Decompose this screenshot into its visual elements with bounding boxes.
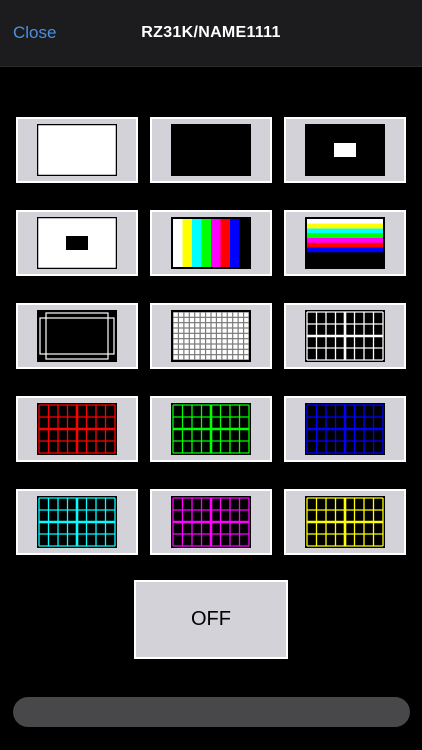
frames-pattern-icon bbox=[37, 310, 117, 362]
raster-pattern-icon bbox=[37, 124, 117, 176]
bottom-bar[interactable] bbox=[13, 697, 410, 727]
crosshatch-cyan-pattern-button[interactable] bbox=[16, 489, 138, 555]
crosshatch-fine-pattern-button[interactable] bbox=[150, 303, 272, 369]
hatch-pattern-icon bbox=[37, 403, 117, 455]
color-bar-vertical-pattern-button[interactable] bbox=[150, 210, 272, 276]
pattern-off-button[interactable]: OFF bbox=[134, 580, 288, 659]
crosshatch-blue-pattern-button[interactable] bbox=[284, 396, 406, 462]
aspect-frame-pattern-button[interactable] bbox=[16, 303, 138, 369]
navigation-bar: Close RZ31K/NAME1111 bbox=[0, 0, 422, 67]
hbars-pattern-icon bbox=[305, 217, 385, 269]
crosshatch-green-pattern-button[interactable] bbox=[150, 396, 272, 462]
hatch-pattern-icon bbox=[305, 403, 385, 455]
raster-pattern-icon bbox=[171, 124, 251, 176]
hatch-pattern-icon bbox=[171, 496, 251, 548]
window-pattern-icon bbox=[37, 217, 117, 269]
window-white-pattern-button[interactable] bbox=[284, 117, 406, 183]
hatch-pattern-icon bbox=[305, 310, 385, 362]
crosshatch-white-pattern-button[interactable] bbox=[284, 303, 406, 369]
crosshatch-magenta-pattern-button[interactable] bbox=[150, 489, 272, 555]
white-raster-pattern-button[interactable] bbox=[16, 117, 138, 183]
page-title: RZ31K/NAME1111 bbox=[141, 24, 281, 41]
hatch-pattern-icon bbox=[37, 496, 117, 548]
black-raster-pattern-button[interactable] bbox=[150, 117, 272, 183]
color-bar-horizontal-pattern-button[interactable] bbox=[284, 210, 406, 276]
window-pattern-icon bbox=[305, 124, 385, 176]
crosshatch-red-pattern-button[interactable] bbox=[16, 396, 138, 462]
vbars-pattern-icon bbox=[171, 217, 251, 269]
finehatch-pattern-icon bbox=[171, 310, 251, 362]
crosshatch-yellow-pattern-button[interactable] bbox=[284, 489, 406, 555]
window-black-pattern-button[interactable] bbox=[16, 210, 138, 276]
test-pattern-grid bbox=[16, 117, 406, 555]
hatch-pattern-icon bbox=[305, 496, 385, 548]
hatch-pattern-icon bbox=[171, 403, 251, 455]
